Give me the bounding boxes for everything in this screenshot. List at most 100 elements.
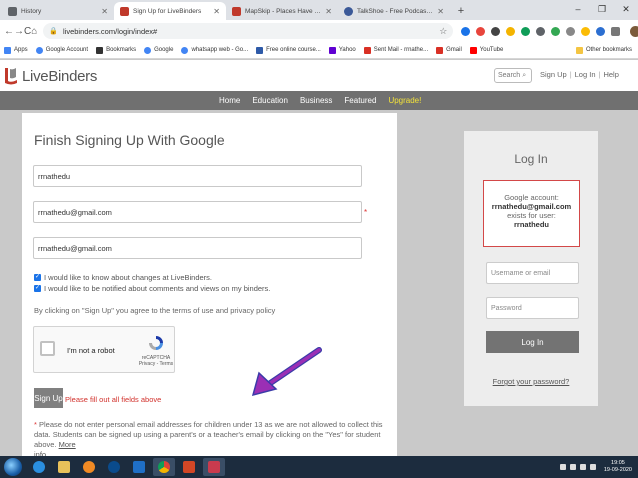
nav-business[interactable]: Business <box>300 96 332 105</box>
bookmark-sent-mail[interactable]: Sent Mail - rrnathe... <box>363 46 428 54</box>
bookmark-star-icon[interactable]: ☆ <box>439 26 447 37</box>
login-password-input[interactable]: Password <box>486 297 579 319</box>
extension-icon[interactable] <box>566 26 576 36</box>
bookmark-yahoo[interactable]: Yahoo <box>328 46 356 54</box>
binder-logo-icon <box>5 68 17 85</box>
bookmark-youtube[interactable]: YouTube <box>469 46 503 54</box>
bookmark-whatsapp[interactable]: whatsapp web - Go... <box>181 46 248 54</box>
extension-icon[interactable] <box>596 26 606 36</box>
close-window-button[interactable]: ✕ <box>614 0 638 20</box>
notify-checkbox-row[interactable]: ✓ I would like to be notified about comm… <box>34 284 270 293</box>
bookmark-free-online-course[interactable]: Free online course... <box>256 46 321 54</box>
new-tab-button[interactable]: + <box>454 4 468 18</box>
address-bar[interactable]: 🔒 livebinders.com/login/index# ☆ <box>43 23 454 39</box>
course-site-icon <box>256 46 264 54</box>
email-field[interactable]: rrnathedu@gmail.com <box>33 201 362 223</box>
notify-checkbox-label: I would like to be notified about commen… <box>44 284 271 293</box>
taskbar-app[interactable] <box>128 458 150 476</box>
confirm-email-field[interactable]: rrnathedu@gmail.com <box>33 237 362 259</box>
nav-upgrade[interactable]: Upgrade! <box>388 96 421 105</box>
livebinders-logo[interactable]: LiveBinders <box>3 66 97 86</box>
google-account-label: Google account: <box>504 193 559 202</box>
close-tab-icon[interactable]: ✕ <box>213 7 220 16</box>
extension-icon[interactable] <box>491 26 501 36</box>
checkbox-checked-icon[interactable]: ✓ <box>34 285 41 292</box>
login-username-input[interactable]: Username or email <box>486 262 579 284</box>
flag-icon[interactable] <box>569 464 576 470</box>
tray-arrow-icon[interactable] <box>559 464 566 470</box>
nav-home[interactable]: Home <box>219 96 240 105</box>
bookmark-bookmarks[interactable]: Bookmarks <box>96 46 136 54</box>
taskbar-powerpoint[interactable] <box>178 458 200 476</box>
taskbar-hp[interactable] <box>103 458 125 476</box>
more-info-link[interactable]: More <box>59 440 76 449</box>
extension-icon[interactable] <box>581 26 591 36</box>
bookmark-google[interactable]: Google <box>144 46 173 54</box>
lock-icon[interactable]: 🔒 <box>49 27 58 35</box>
login-link[interactable]: Log In <box>575 70 596 79</box>
minimize-button[interactable]: – <box>566 0 590 20</box>
site-search-box[interactable]: Search ⌕ <box>494 68 532 83</box>
clock-time: 19:05 <box>611 460 625 466</box>
link-separator: | <box>569 70 572 79</box>
signup-panel: Finish Signing Up With Google rrnathedu … <box>22 113 397 459</box>
taskbar-explorer[interactable] <box>53 458 75 476</box>
browser-tab-livebinders[interactable]: Sign Up for LiveBinders ✕ <box>114 2 226 20</box>
network-icon[interactable] <box>579 464 586 470</box>
start-button[interactable] <box>4 458 22 476</box>
back-button[interactable]: ← <box>4 26 14 37</box>
forward-button[interactable]: → <box>14 26 24 37</box>
login-panel: Log In Google account: rrnathedu@gmail.c… <box>464 131 598 406</box>
nav-featured[interactable]: Featured <box>344 96 376 105</box>
existing-username: rrnathedu <box>513 220 549 229</box>
children-notice: * Please do not enter personal email add… <box>34 420 383 459</box>
nav-education[interactable]: Education <box>252 96 288 105</box>
apps-grid-icon <box>4 46 11 54</box>
extension-icon[interactable] <box>551 26 561 36</box>
close-tab-icon[interactable]: ✕ <box>325 7 332 16</box>
changes-checkbox-row[interactable]: ✓ I would like to know about changes at … <box>34 273 212 282</box>
signup-link[interactable]: Sign Up <box>540 70 567 79</box>
extension-icon[interactable] <box>536 26 546 36</box>
search-icon: ⌕ <box>522 71 527 79</box>
taskbar-ie[interactable] <box>28 458 50 476</box>
extension-icon[interactable] <box>521 26 531 36</box>
bookmark-apps[interactable]: Apps <box>4 46 28 54</box>
browser-tab-mapskip[interactable]: MapSkip - Places Have Stories! ✕ <box>226 2 338 20</box>
captcha-privacy-links[interactable]: Privacy - Terms <box>139 361 173 367</box>
tab-title: Sign Up for LiveBinders <box>133 7 202 15</box>
maximize-button[interactable]: ❐ <box>590 0 614 20</box>
system-clock[interactable]: 19:05 19-09-2020 <box>604 460 632 474</box>
bookmark-google-account[interactable]: Google Account <box>35 46 88 54</box>
media-player-icon <box>83 461 95 473</box>
profile-avatar[interactable] <box>630 25 638 37</box>
close-tab-icon[interactable]: ✕ <box>437 7 444 16</box>
extensions-puzzle-icon[interactable] <box>611 26 621 36</box>
signup-button[interactable]: Sign Up <box>34 388 63 408</box>
bookmark-gmail[interactable]: Gmail <box>436 46 462 54</box>
taskbar-media[interactable] <box>78 458 100 476</box>
close-tab-icon[interactable]: ✕ <box>101 7 108 16</box>
taskbar-snipping[interactable] <box>203 458 225 476</box>
volume-icon[interactable] <box>589 464 596 470</box>
recaptcha-logo-icon <box>149 336 163 350</box>
google-account-email: rrnathedu@gmail.com <box>491 202 572 211</box>
captcha-checkbox[interactable] <box>40 341 55 356</box>
login-button[interactable]: Log In <box>486 331 579 353</box>
taskbar-chrome[interactable] <box>153 458 175 476</box>
browser-tab-history[interactable]: History ✕ <box>2 2 114 20</box>
browser-tab-talkshoe[interactable]: TalkShoe - Free Podcast Platform ✕ <box>338 2 450 20</box>
extension-icon[interactable] <box>506 26 516 36</box>
checkbox-checked-icon[interactable]: ✓ <box>34 274 41 281</box>
home-button[interactable]: ⌂ <box>31 26 37 37</box>
extension-icon[interactable] <box>461 26 471 36</box>
username-field[interactable]: rrnathedu <box>33 165 362 187</box>
other-bookmarks[interactable]: Other bookmarks <box>575 46 632 54</box>
forgot-password-link[interactable]: Forgot your password? <box>464 377 598 386</box>
folder-icon <box>58 461 70 473</box>
system-tray: 19:05 19-09-2020 <box>559 460 638 474</box>
reload-button[interactable]: C <box>24 26 31 37</box>
browser-toolbar: ← → C ⌂ 🔒 livebinders.com/login/index# ☆… <box>0 20 638 42</box>
extension-icon[interactable] <box>476 26 486 36</box>
help-link[interactable]: Help <box>603 70 618 79</box>
